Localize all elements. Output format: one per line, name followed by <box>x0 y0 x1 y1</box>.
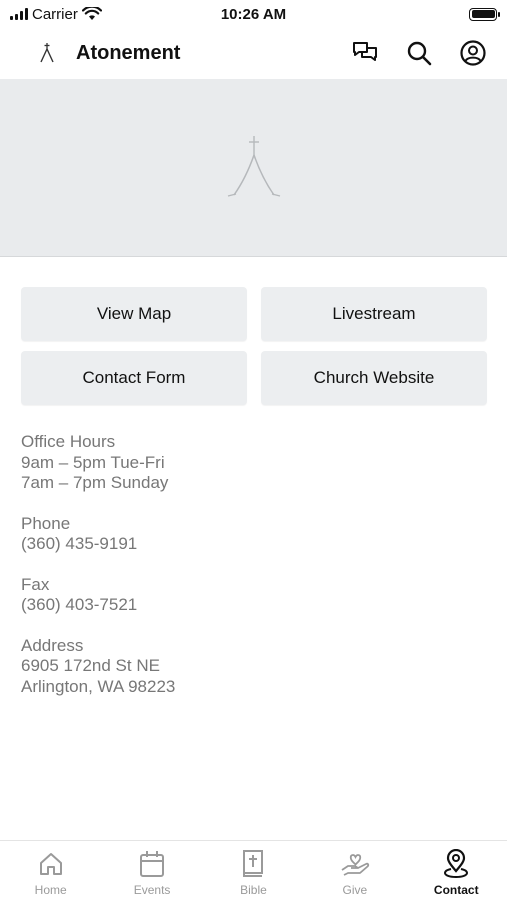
church-website-button[interactable]: Church Website <box>261 351 487 405</box>
carrier-label: Carrier <box>32 5 78 23</box>
tab-label: Bible <box>240 883 267 897</box>
tab-label: Home <box>34 883 67 897</box>
status-bar: Carrier 10:26 AM <box>0 0 507 28</box>
church-logo-icon <box>227 135 280 197</box>
tab-home[interactable]: Home <box>1 841 101 897</box>
view-map-button[interactable]: View Map <box>21 287 247 341</box>
tab-events[interactable]: Events <box>102 841 202 897</box>
tab-label: Give <box>342 883 368 897</box>
give-icon <box>340 849 370 879</box>
tab-label: Contact <box>433 883 479 897</box>
fax-label: Fax <box>21 574 50 594</box>
signal-icon <box>10 8 28 20</box>
profile-icon[interactable] <box>459 39 487 67</box>
fax-section: Fax (360) 403-7521 <box>21 575 487 616</box>
hero-banner <box>0 79 507 257</box>
contact-form-button[interactable]: Contact Form <box>21 351 247 405</box>
contact-screen: Carrier 10:26 AM Atonement View Map Live… <box>0 0 507 900</box>
phone-number[interactable]: (360) 435-9191 <box>21 534 487 555</box>
address-line[interactable]: Arlington, WA 98223 <box>21 677 487 698</box>
home-icon <box>36 849 66 879</box>
chat-icon[interactable] <box>351 39 379 67</box>
tab-bible[interactable]: Bible <box>203 841 303 897</box>
tab-give[interactable]: Give <box>305 841 405 897</box>
calendar-icon <box>137 849 167 879</box>
app-header: Atonement <box>0 28 507 78</box>
wifi-icon <box>81 7 102 20</box>
battery-icon <box>469 7 500 21</box>
action-buttons: View Map Livestream Contact Form Church … <box>21 287 487 405</box>
tab-bar: Home Events Bible Give Contact <box>0 840 507 900</box>
address-label: Address <box>21 635 84 655</box>
office-hours-line: 9am – 5pm Tue-Fri <box>21 452 165 472</box>
logo-icon <box>36 40 58 66</box>
bible-icon <box>238 849 268 879</box>
location-pin-icon <box>441 849 471 879</box>
address-section: Address 6905 172nd St NE Arlington, WA 9… <box>21 636 487 698</box>
tab-contact[interactable]: Contact <box>406 841 506 897</box>
fax-number: (360) 403-7521 <box>21 595 138 614</box>
tab-label: Events <box>133 883 171 897</box>
status-left: Carrier <box>10 6 102 23</box>
phone-section: Phone (360) 435-9191 <box>21 514 487 555</box>
header-actions <box>351 39 487 67</box>
office-hours-label: Office Hours <box>21 432 116 451</box>
app-title: Atonement <box>76 41 181 64</box>
contact-info: Office Hours 9am – 5pm Tue-Fri 7am – 7pm… <box>21 432 487 717</box>
address-line[interactable]: 6905 172nd St NE <box>21 656 487 677</box>
search-icon[interactable] <box>405 39 433 67</box>
office-hours-line: 7am – 7pm Sunday <box>21 473 169 492</box>
office-hours-section: Office Hours 9am – 5pm Tue-Fri 7am – 7pm… <box>21 432 487 494</box>
livestream-button[interactable]: Livestream <box>261 287 487 341</box>
phone-label: Phone <box>21 513 71 533</box>
